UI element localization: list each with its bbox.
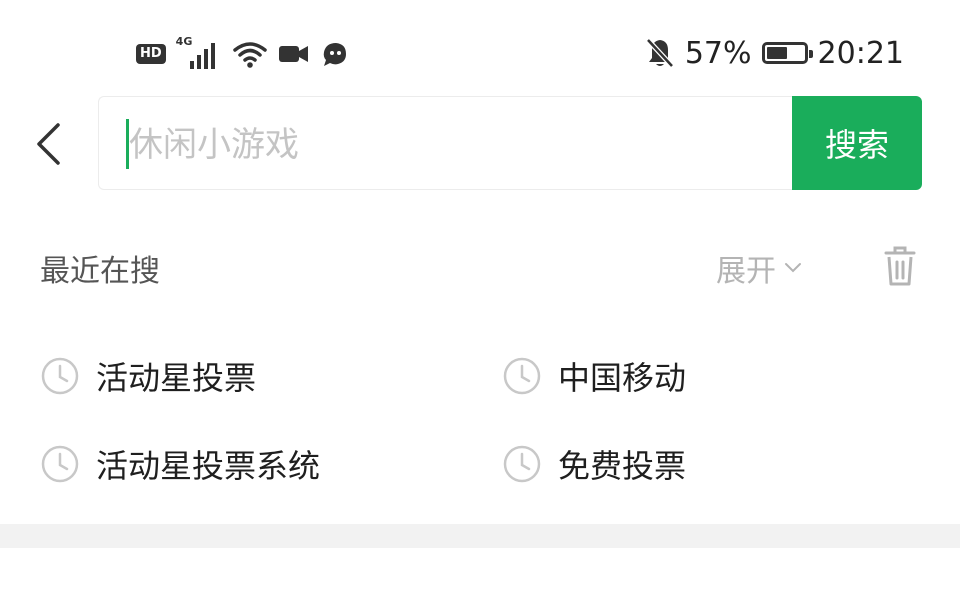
status-time: 20:21 — [817, 35, 904, 71]
clear-history-button[interactable] — [880, 244, 924, 288]
back-button[interactable] — [26, 116, 70, 172]
bell-muted-icon — [646, 38, 674, 68]
history-item-label: 中国移动 — [558, 359, 687, 397]
recent-searches-header: 最近在搜 展开 — [0, 232, 960, 304]
clock-icon — [41, 357, 79, 395]
signal-bars — [189, 43, 215, 69]
signal-bar — [196, 55, 201, 69]
search-box[interactable] — [98, 96, 792, 190]
signal-bar — [203, 49, 208, 69]
recent-searches-title: 最近在搜 — [40, 254, 160, 289]
signal-bar — [189, 61, 194, 69]
recent-searches-list: 活动星投票 中国移动 活动星投票系统 免费投票 — [0, 330, 960, 510]
battery-icon — [761, 42, 813, 64]
search-button[interactable]: 搜索 — [792, 96, 922, 190]
trash-icon — [884, 246, 916, 286]
history-item-label: 免费投票 — [558, 447, 687, 485]
status-right-icons: 57% 20:21 — [645, 30, 904, 76]
video-camera-icon — [278, 46, 308, 62]
section-divider — [0, 524, 960, 548]
clock-icon — [503, 445, 541, 483]
expand-button[interactable]: 展开 — [716, 246, 802, 290]
history-item[interactable]: 中国移动 — [502, 346, 686, 406]
history-item[interactable]: 活动星投票 — [40, 346, 256, 406]
clock-icon — [503, 357, 541, 395]
hd-icon: HD — [136, 44, 166, 64]
battery-percent: 57% — [684, 35, 752, 71]
search-bar: 搜索 — [0, 96, 960, 192]
cellular-signal-icon: 4G — [176, 35, 222, 69]
history-item[interactable]: 活动星投票系统 — [40, 434, 320, 494]
chevron-left-icon — [37, 123, 60, 165]
clock-icon — [41, 445, 79, 483]
wifi-icon — [232, 42, 267, 68]
expand-label: 展开 — [716, 254, 776, 289]
history-item-label: 活动星投票 — [96, 359, 257, 397]
battery-tip — [808, 50, 813, 58]
search-input[interactable] — [127, 117, 771, 173]
history-item[interactable]: 免费投票 — [502, 434, 686, 494]
status-left-icons: HD 4G — [136, 34, 348, 74]
battery-fill — [766, 47, 788, 59]
status-bar: HD 4G 57% 20:21 — [0, 0, 960, 90]
signal-bar — [210, 43, 215, 69]
search-screen: HD 4G 57% 20:21 休闲小游戏 搜索 最近在搜 展开 活动星投票 中… — [0, 0, 960, 600]
notification-app-icon — [323, 43, 346, 66]
chevron-down-icon — [785, 263, 801, 273]
history-item-label: 活动星投票系统 — [96, 447, 321, 485]
